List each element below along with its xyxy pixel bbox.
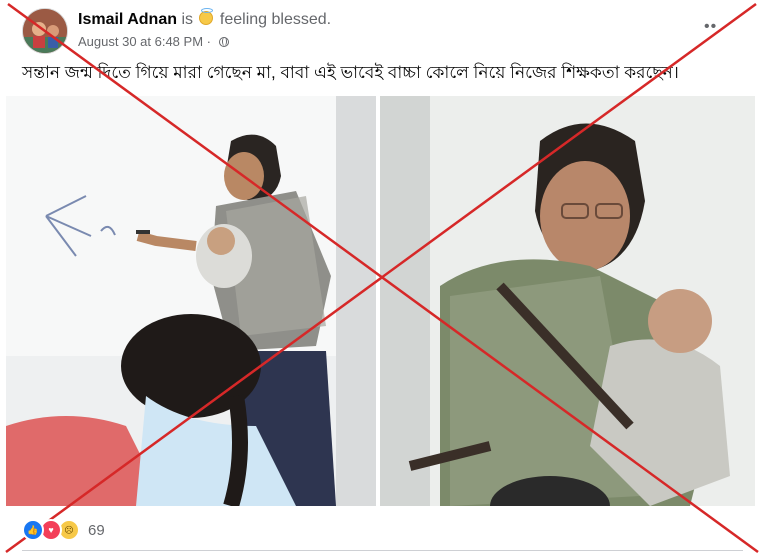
facebook-post: Ismail Adnan is feeling blessed. August … (0, 0, 765, 558)
post-timestamp[interactable]: August 30 at 6:48 PM (78, 34, 203, 49)
classroom-photo (6, 96, 376, 506)
globe-icon (218, 37, 229, 47)
reaction-summary[interactable]: 👍 ♥ ☹ 69 (22, 519, 105, 541)
like-reaction-icon: 👍 (22, 519, 44, 541)
post-divider (22, 550, 743, 551)
teacher-carrying-baby-photo (380, 96, 755, 506)
reaction-count[interactable]: 69 (88, 522, 105, 539)
post-photo-right[interactable] (380, 96, 755, 506)
meta-separator: · (206, 34, 211, 49)
activity-text[interactable]: feeling blessed. (220, 11, 331, 28)
more-options-icon[interactable]: •• (704, 19, 726, 35)
author-avatar[interactable] (22, 8, 68, 54)
activity-prefix: is (181, 11, 193, 28)
post-header: Ismail Adnan is feeling blessed. (78, 8, 331, 29)
halo-smile-emoji-icon (199, 8, 214, 25)
avatar-image (23, 9, 67, 53)
post-photo-left[interactable] (6, 96, 376, 506)
post-caption: সন্তান জন্ম দিতে গিয়ে মারা গেছেন মা, বা… (22, 63, 679, 82)
post-meta: August 30 at 6:48 PM · (78, 34, 229, 49)
author-name[interactable]: Ismail Adnan (78, 11, 177, 28)
